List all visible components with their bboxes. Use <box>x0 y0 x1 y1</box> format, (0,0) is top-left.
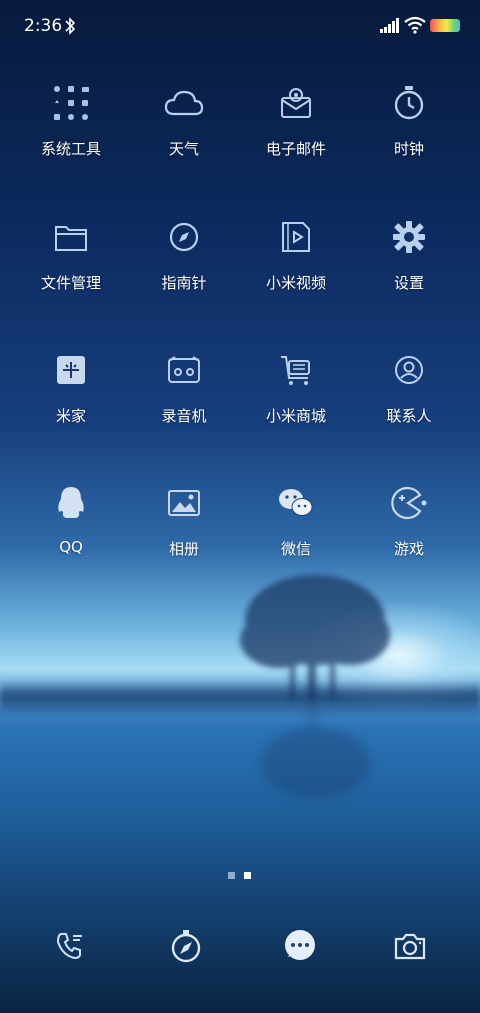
app-label: 游戏 <box>393 540 424 558</box>
game-icon <box>384 478 434 528</box>
folder-grid-icon <box>46 78 96 128</box>
app-games[interactable]: 游戏 <box>353 478 465 588</box>
recorder-icon <box>159 345 209 395</box>
compass-icon <box>159 212 209 262</box>
camera-icon <box>393 931 427 961</box>
messages-icon <box>282 929 318 963</box>
app-label: 系统工具 <box>40 140 101 158</box>
app-gallery[interactable]: 相册 <box>128 478 240 588</box>
mail-icon <box>271 78 321 128</box>
app-contacts[interactable]: 联系人 <box>353 345 465 455</box>
battery-icon <box>430 19 460 32</box>
app-label: 米家 <box>55 407 86 425</box>
stopwatch-icon <box>384 78 434 128</box>
qq-penguin-icon <box>46 478 96 528</box>
status-time: 2:36 <box>24 16 63 36</box>
cloud-icon <box>159 78 209 128</box>
app-label: 时钟 <box>393 140 424 158</box>
page-indicator <box>0 872 480 880</box>
app-label: 文件管理 <box>40 274 101 292</box>
app-label: 联系人 <box>386 407 432 425</box>
app-system-tools[interactable]: 系统工具 <box>15 78 127 188</box>
tree-reflection <box>260 700 370 799</box>
folder-icon <box>46 212 96 262</box>
wifi-icon <box>404 16 426 34</box>
app-recorder[interactable]: 录音机 <box>128 345 240 455</box>
page-dot-2-active[interactable] <box>244 872 251 879</box>
app-file-manager[interactable]: 文件管理 <box>15 212 127 322</box>
app-compass[interactable]: 指南针 <box>128 212 240 322</box>
app-weather[interactable]: 天气 <box>128 78 240 188</box>
gear-icon <box>384 212 434 262</box>
app-label: 电子邮件 <box>265 140 326 158</box>
wechat-icon <box>271 478 321 528</box>
mijia-icon <box>46 345 96 395</box>
status-bar: 2:36 <box>0 0 480 52</box>
browser-compass-icon <box>169 929 203 963</box>
app-label: 小米视频 <box>265 274 326 292</box>
app-label: 指南针 <box>161 274 207 292</box>
app-label: 设置 <box>393 274 424 292</box>
app-label: 录音机 <box>161 407 207 425</box>
app-email[interactable]: 电子邮件 <box>240 78 352 188</box>
app-label: QQ <box>59 538 83 556</box>
app-label: 微信 <box>280 540 311 558</box>
contact-icon <box>384 345 434 395</box>
dock-browser[interactable] <box>166 926 206 966</box>
dock-phone[interactable] <box>50 926 90 966</box>
app-label: 小米商城 <box>265 407 326 425</box>
app-qq[interactable]: QQ <box>15 478 127 588</box>
gallery-icon <box>159 478 209 528</box>
app-mi-store[interactable]: 小米商城 <box>240 345 352 455</box>
app-mi-video[interactable]: 小米视频 <box>240 212 352 322</box>
dock-camera[interactable] <box>390 926 430 966</box>
bluetooth-icon <box>64 16 76 36</box>
app-settings[interactable]: 设置 <box>353 212 465 322</box>
app-label: 相册 <box>168 540 199 558</box>
cart-icon <box>271 345 321 395</box>
video-icon <box>271 212 321 262</box>
phone-icon <box>54 930 86 962</box>
app-mijia[interactable]: 米家 <box>15 345 127 455</box>
app-clock[interactable]: 时钟 <box>353 78 465 188</box>
app-label: 天气 <box>168 140 199 158</box>
signal-icon <box>380 18 400 34</box>
dock-messages[interactable] <box>280 926 320 966</box>
page-dot-1[interactable] <box>228 872 235 879</box>
app-wechat[interactable]: 微信 <box>240 478 352 588</box>
